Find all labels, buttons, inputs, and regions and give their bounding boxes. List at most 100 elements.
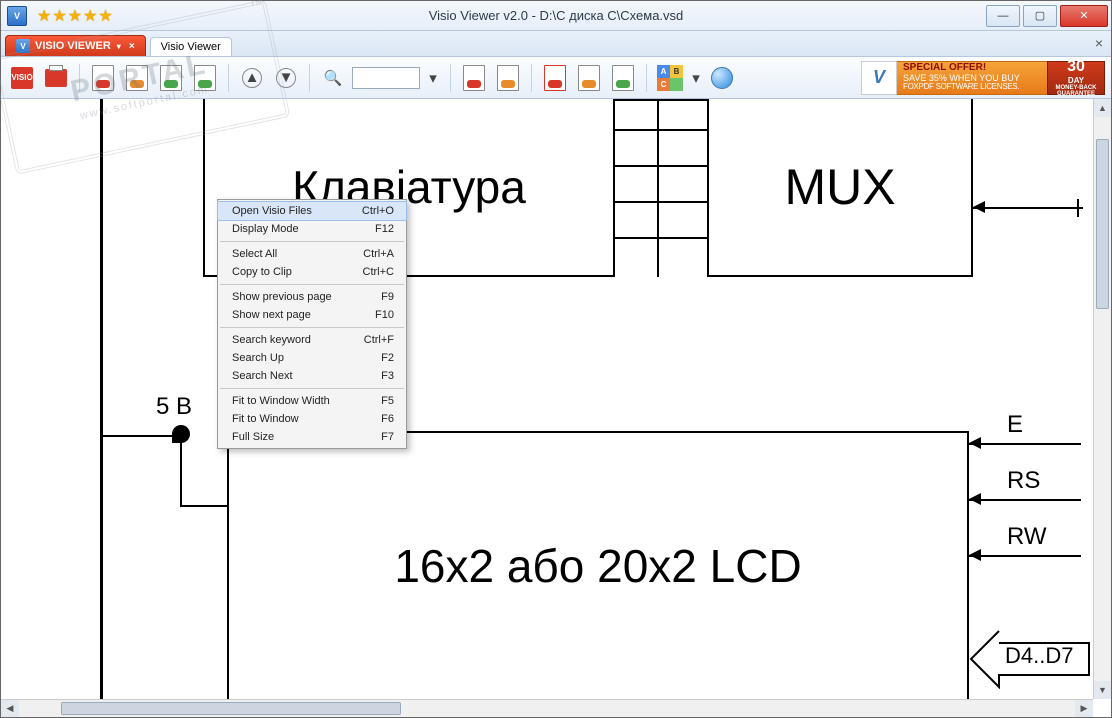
tool-c-button[interactable] bbox=[608, 63, 638, 93]
file-icon: VISIO bbox=[11, 67, 33, 89]
tab-close-icon[interactable]: × bbox=[129, 41, 135, 52]
menu-item-shortcut: F10 bbox=[375, 309, 394, 321]
arrow-up-icon: ▲ bbox=[242, 68, 262, 88]
page-up-button[interactable]: ▲ bbox=[237, 63, 267, 93]
scroll-left-icon[interactable]: ◀ bbox=[1, 700, 19, 717]
printer-icon bbox=[45, 69, 67, 87]
tool-b-button[interactable] bbox=[574, 63, 604, 93]
horizontal-scrollbar[interactable]: ◀ ▶ bbox=[1, 699, 1093, 717]
menu-item-shortcut: Ctrl+C bbox=[363, 266, 394, 278]
menu-item-label: Select All bbox=[232, 248, 277, 260]
prev-doc-button[interactable] bbox=[88, 63, 118, 93]
menu-item-shortcut: F12 bbox=[375, 223, 394, 235]
open-file-button[interactable]: VISIO bbox=[7, 63, 37, 93]
vertical-scrollbar[interactable]: ▲ ▼ bbox=[1093, 99, 1111, 699]
abc-dropdown[interactable]: ▾ bbox=[689, 63, 703, 93]
box-mux-label: MUX bbox=[784, 158, 895, 216]
menu-item[interactable]: Open Visio FilesCtrl+O bbox=[218, 202, 406, 220]
connector bbox=[969, 499, 1081, 501]
menu-item[interactable]: Search keywordCtrl+F bbox=[218, 331, 406, 349]
visio-icon: V bbox=[16, 39, 30, 53]
chevron-down-icon: ▾ bbox=[692, 69, 700, 87]
panel-close-icon[interactable]: × bbox=[1095, 35, 1103, 51]
star-icon: ★ bbox=[98, 6, 112, 26]
menu-item-shortcut: F6 bbox=[381, 413, 394, 425]
menu-item[interactable]: Fit to WindowF6 bbox=[218, 410, 406, 428]
separator bbox=[309, 64, 310, 92]
menu-item-label: Copy to Clip bbox=[232, 266, 292, 278]
scroll-up-icon[interactable]: ▲ bbox=[1094, 99, 1111, 117]
print-button[interactable] bbox=[41, 63, 71, 93]
arrow-left-icon bbox=[969, 437, 981, 449]
promo-days-label: GUARANTEE bbox=[1057, 91, 1095, 97]
connector bbox=[180, 435, 182, 507]
doc-icon bbox=[160, 65, 182, 91]
menu-item-shortcut: F3 bbox=[381, 370, 394, 382]
promo-guarantee: 30 DAY MONEY-BACK GUARANTEE bbox=[1047, 61, 1105, 95]
scroll-down-icon[interactable]: ▼ bbox=[1094, 681, 1111, 699]
menu-item[interactable]: Full SizeF7 bbox=[218, 428, 406, 446]
promo-banner[interactable]: V SPECIAL OFFER! SAVE 35% WHEN YOU BUY F… bbox=[861, 61, 1105, 95]
connector bbox=[101, 435, 181, 437]
menu-item[interactable]: Copy to Clip Ctrl+C bbox=[218, 263, 406, 281]
doc-icon bbox=[612, 65, 634, 91]
doc-icon bbox=[544, 65, 566, 91]
close-button[interactable]: ✕ bbox=[1060, 5, 1108, 27]
zoom-button[interactable]: 🔍 bbox=[318, 63, 348, 93]
connector bbox=[969, 443, 1081, 445]
separator bbox=[79, 64, 80, 92]
menu-item[interactable]: Search UpF2 bbox=[218, 349, 406, 367]
separator bbox=[450, 64, 451, 92]
star-icon: ★ bbox=[83, 6, 97, 26]
abc-button[interactable]: ABC bbox=[655, 63, 685, 93]
chevron-down-icon: ▾ bbox=[429, 69, 437, 87]
web-button[interactable] bbox=[707, 63, 737, 93]
next-doc-button[interactable] bbox=[122, 63, 152, 93]
titlebar: V ★ ★ ★ ★ ★ Visio Viewer v2.0 - D:\С дис… bbox=[1, 1, 1111, 31]
menu-item-label: Display Mode bbox=[232, 223, 299, 235]
tab-label: Visio Viewer bbox=[161, 41, 221, 53]
export-orange-button[interactable] bbox=[493, 63, 523, 93]
last-doc-button[interactable] bbox=[190, 63, 220, 93]
separator bbox=[531, 64, 532, 92]
promo-line3: FOXPDF SOFTWARE LICENSES. bbox=[903, 83, 1041, 91]
menu-separator bbox=[220, 241, 404, 242]
export-red-button[interactable] bbox=[459, 63, 489, 93]
menu-item[interactable]: Select AllCtrl+A bbox=[218, 245, 406, 263]
menu-separator bbox=[220, 388, 404, 389]
menu-item[interactable]: Show previous pageF9 bbox=[218, 288, 406, 306]
minimize-button[interactable]: — bbox=[986, 5, 1020, 27]
menu-item-shortcut: Ctrl+O bbox=[362, 205, 394, 217]
app-icon: V bbox=[7, 6, 27, 26]
menu-item[interactable]: Show next page F10 bbox=[218, 306, 406, 324]
scroll-thumb[interactable] bbox=[61, 702, 401, 715]
chevron-down-icon[interactable]: ▾ bbox=[117, 42, 121, 51]
maximize-button[interactable]: ▢ bbox=[1023, 5, 1057, 27]
context-menu[interactable]: Open Visio FilesCtrl+O Display Mode F12 Sel… bbox=[217, 199, 407, 449]
zoom-dropdown-button[interactable]: ▾ bbox=[424, 63, 442, 93]
rating-stars: ★ ★ ★ ★ ★ bbox=[37, 6, 113, 26]
menu-item[interactable]: Fit to Window WidthF5 bbox=[218, 392, 406, 410]
scroll-right-icon[interactable]: ▶ bbox=[1075, 700, 1093, 717]
connector bbox=[100, 99, 103, 699]
scroll-thumb[interactable] bbox=[1096, 139, 1109, 309]
tab-main[interactable]: V VISIO VIEWER ▾ × bbox=[5, 35, 146, 56]
tool-a-button[interactable] bbox=[540, 63, 570, 93]
menu-item[interactable]: Search NextF3 bbox=[218, 367, 406, 385]
tab-secondary[interactable]: Visio Viewer bbox=[150, 37, 232, 56]
pin-e-label: E bbox=[1007, 411, 1023, 439]
menu-item-shortcut: F7 bbox=[381, 431, 394, 443]
page-down-button[interactable]: ▼ bbox=[271, 63, 301, 93]
document-canvas[interactable]: Клавіатура MUX 5 В 16x2 або 20x2 LCD E bbox=[1, 99, 1111, 717]
box-mux: MUX bbox=[707, 99, 973, 277]
separator bbox=[646, 64, 647, 92]
zoom-input[interactable] bbox=[352, 67, 420, 89]
window-controls: — ▢ ✕ bbox=[986, 2, 1111, 30]
first-doc-button[interactable] bbox=[156, 63, 186, 93]
connector bbox=[615, 99, 707, 101]
tab-bar: V VISIO VIEWER ▾ × Visio Viewer × bbox=[1, 31, 1111, 57]
menu-item[interactable]: Display Mode F12 bbox=[218, 220, 406, 238]
arrow-left-icon bbox=[969, 493, 981, 505]
connector bbox=[973, 207, 1083, 209]
menu-item-label: Show next page bbox=[232, 309, 311, 321]
